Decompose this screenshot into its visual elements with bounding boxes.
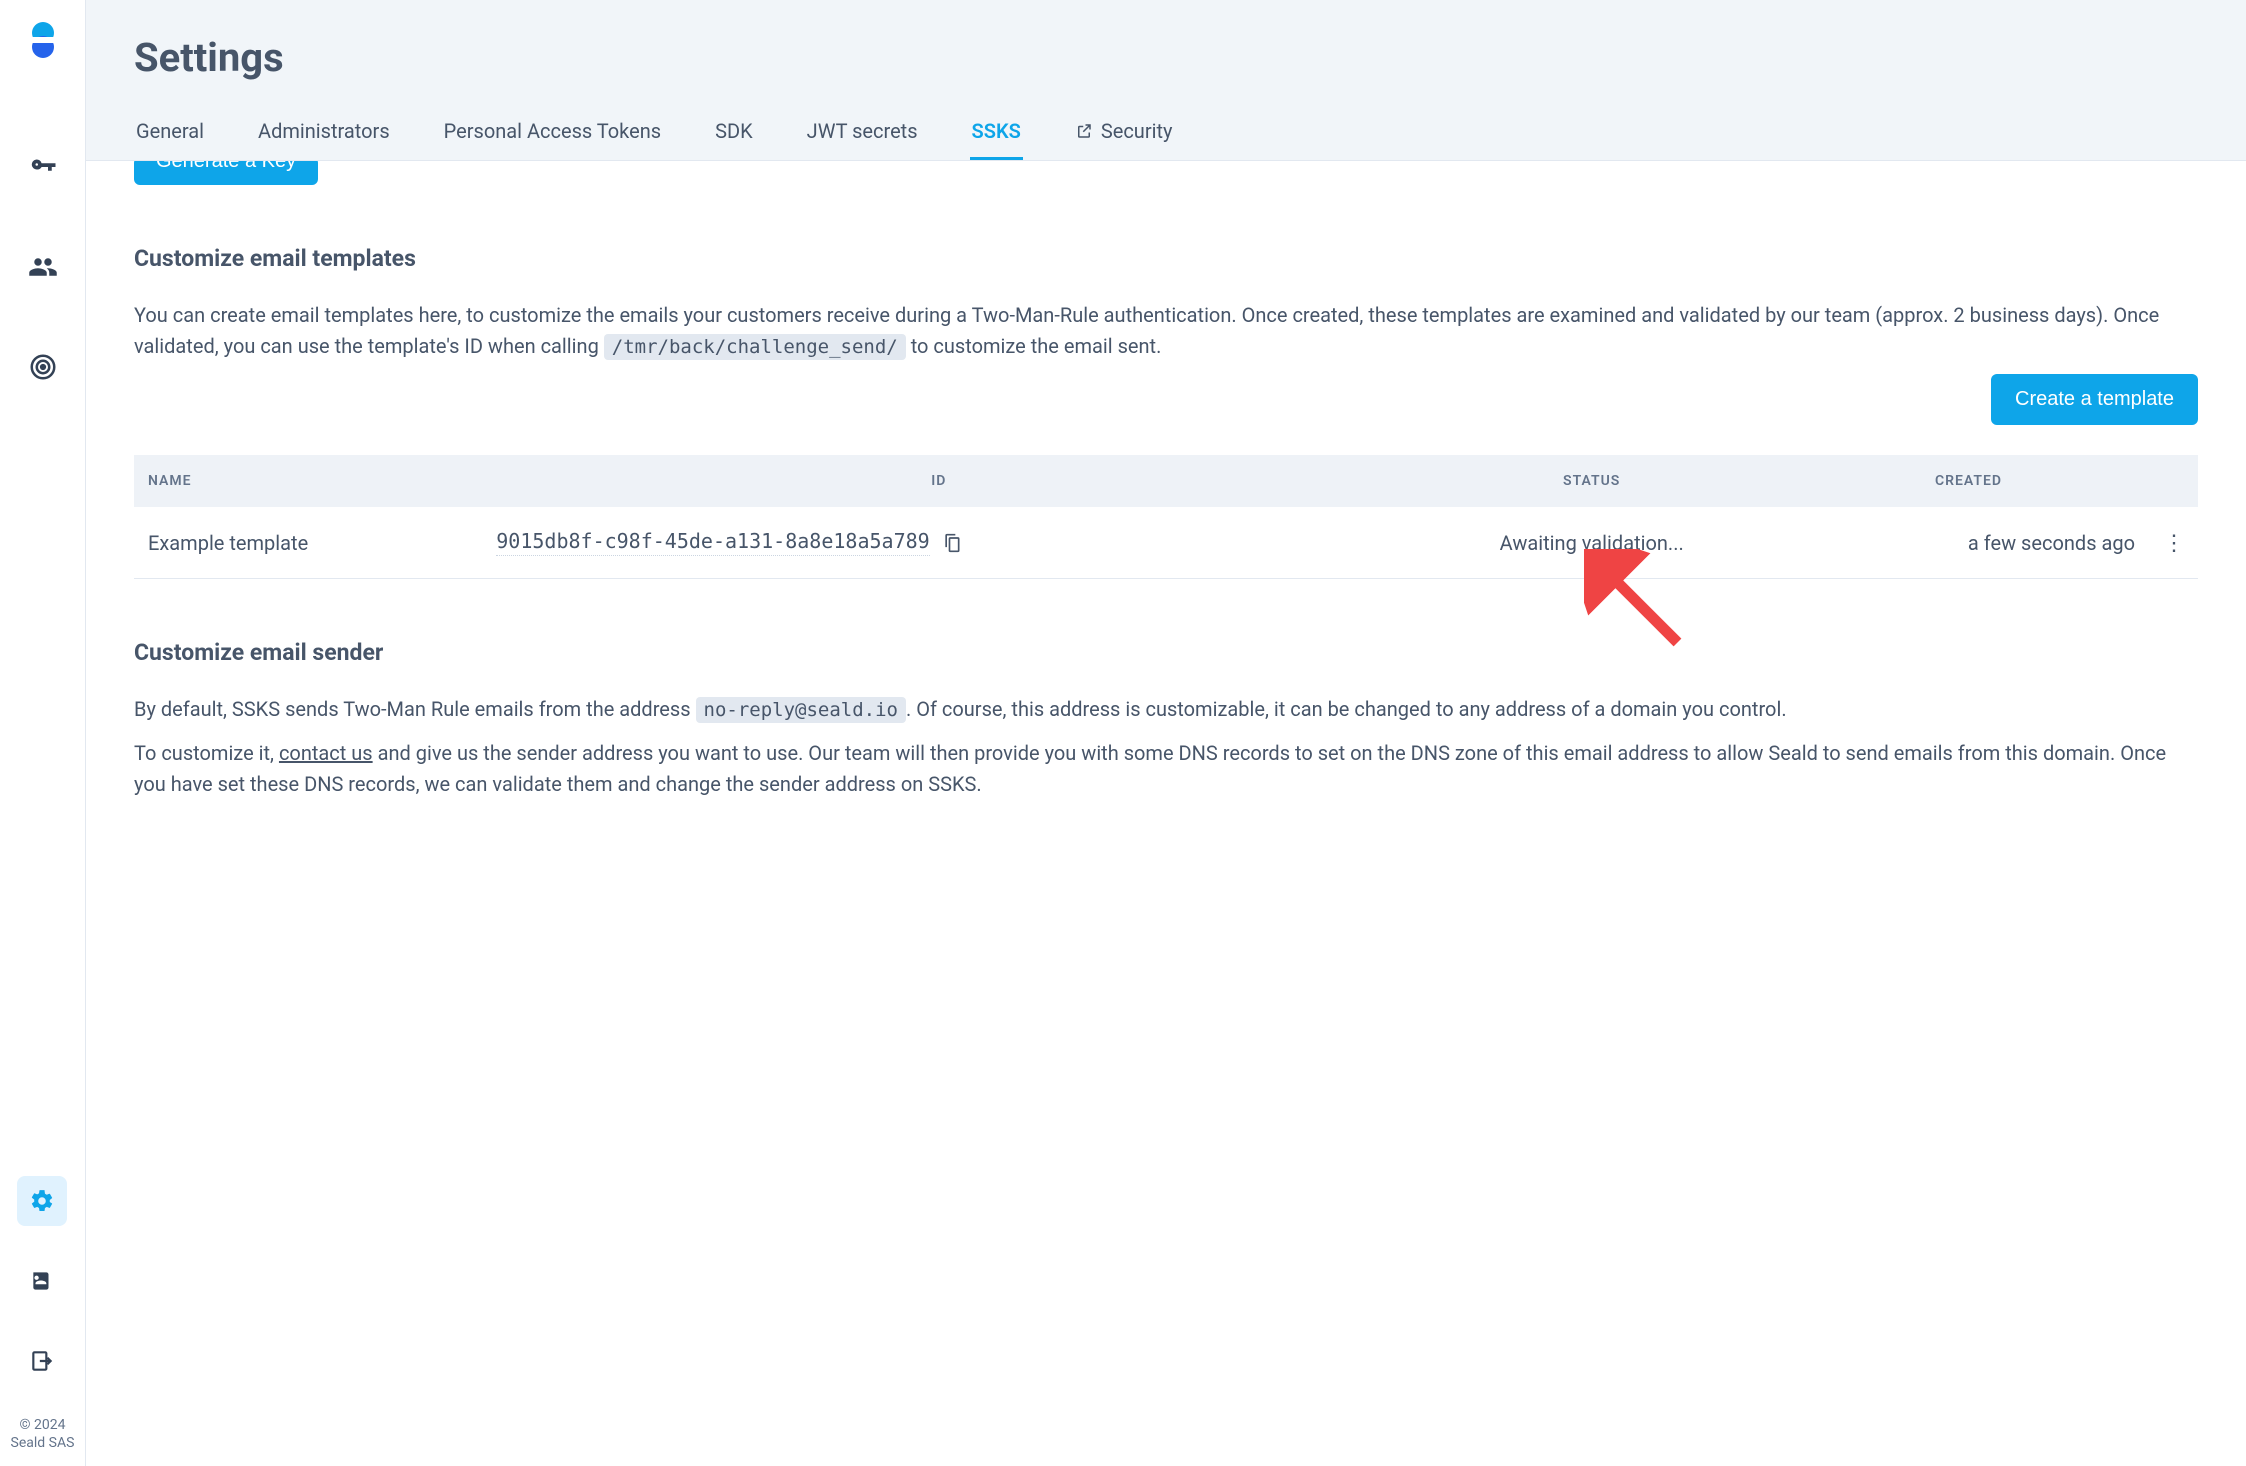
cell-id: 9015db8f-c98f-45de-a131-8a8e18a5a789 [482, 507, 1395, 579]
topbar: Settings General Administrators Personal… [86, 0, 2246, 161]
templates-table: NAME ID STATUS CREATED Example template … [134, 455, 2198, 579]
copy-icon[interactable] [942, 533, 962, 553]
api-path-code: /tmr/back/challenge_send/ [604, 334, 906, 360]
templates-section-desc: You can create email templates here, to … [134, 300, 2198, 362]
book-icon [29, 1268, 55, 1294]
sidebar-item-keys[interactable] [18, 142, 68, 192]
create-template-button[interactable]: Create a template [1991, 374, 2198, 425]
cell-name: Example template [134, 507, 482, 579]
external-link-icon [1075, 122, 1093, 140]
col-name: NAME [134, 455, 482, 507]
tab-sdk[interactable]: SDK [713, 119, 755, 160]
tab-ssks[interactable]: SSKS [970, 119, 1023, 160]
users-icon [28, 252, 58, 282]
tab-general[interactable]: General [134, 119, 206, 160]
logout-icon [29, 1348, 55, 1374]
templates-section-title: Customize email templates [134, 245, 2198, 272]
col-status: STATUS [1395, 455, 1788, 507]
sender-section-title: Customize email sender [134, 639, 2198, 666]
sidebar-item-docs[interactable] [17, 1256, 67, 1306]
col-id: ID [482, 455, 1395, 507]
key-icon [28, 152, 58, 182]
sender-section-p1: By default, SSKS sends Two-Man Rule emai… [134, 694, 2198, 725]
cell-status: Awaiting validation... [1395, 507, 1788, 579]
radar-icon [28, 352, 58, 382]
content-area: Generate a Key Customize email templates… [86, 161, 2246, 1466]
sidebar-item-users[interactable] [18, 242, 68, 292]
sidebar-item-activity[interactable] [18, 342, 68, 392]
gear-icon [29, 1188, 55, 1214]
sidebar-item-logout[interactable] [17, 1336, 67, 1386]
cell-created: a few seconds ago [1788, 507, 2149, 579]
row-menu-button[interactable]: ⋮ [2149, 507, 2198, 579]
tab-jwt-secrets[interactable]: JWT secrets [805, 119, 920, 160]
main: Settings General Administrators Personal… [86, 0, 2246, 1466]
generate-key-button[interactable]: Generate a Key [134, 161, 318, 185]
template-id-value: 9015db8f-c98f-45de-a131-8a8e18a5a789 [496, 529, 929, 556]
sender-section-p2: To customize it, contact us and give us … [134, 738, 2198, 800]
table-row: Example template 9015db8f-c98f-45de-a131… [134, 507, 2198, 579]
tabs: General Administrators Personal Access T… [134, 119, 2198, 160]
tab-personal-access-tokens[interactable]: Personal Access Tokens [442, 119, 663, 160]
page-title: Settings [134, 34, 2198, 81]
col-created: CREATED [1788, 455, 2149, 507]
contact-us-link[interactable]: contact us [279, 741, 373, 765]
sidebar-item-settings[interactable] [17, 1176, 67, 1226]
tab-administrators[interactable]: Administrators [256, 119, 392, 160]
footer-copyright: © 2024 Seald SAS [11, 1416, 75, 1452]
sender-email-code: no-reply@seald.io [696, 697, 906, 723]
brand-logo [21, 18, 65, 62]
sidebar: © 2024 Seald SAS [0, 0, 86, 1466]
tab-security[interactable]: Security [1073, 119, 1175, 160]
